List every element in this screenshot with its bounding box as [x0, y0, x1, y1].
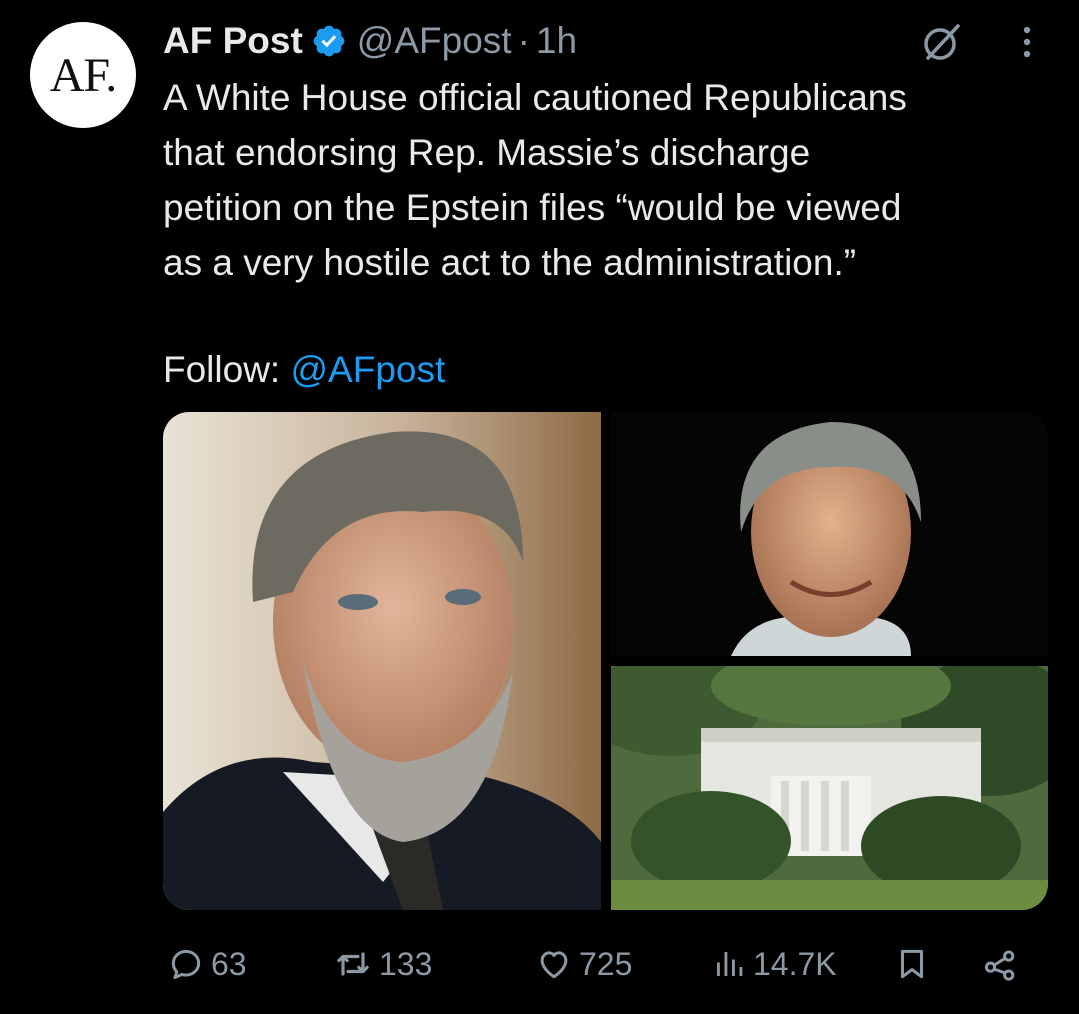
reply-count: 63 — [211, 945, 247, 982]
tweet-header: AF Post @AFpost · 1h — [163, 16, 577, 66]
man-portrait-photo[interactable] — [163, 412, 601, 910]
grok-icon[interactable] — [918, 18, 966, 66]
like-button[interactable]: 725 — [535, 938, 632, 990]
verified-badge-icon — [311, 23, 347, 59]
follow-label: Follow: — [163, 349, 291, 390]
views-icon — [717, 952, 743, 976]
man-smiling-photo[interactable] — [611, 412, 1048, 656]
bookmark-button[interactable] — [893, 938, 931, 990]
media-grid — [163, 412, 1048, 910]
more-vertical-icon[interactable] — [1012, 20, 1042, 64]
repost-icon — [337, 952, 369, 976]
avatar[interactable]: AF. — [30, 22, 136, 128]
author-handle[interactable]: @AFpost — [357, 20, 512, 62]
avatar-logo-text: AF. — [49, 49, 118, 102]
reply-icon — [171, 949, 201, 979]
like-count: 725 — [579, 945, 633, 982]
heart-icon — [540, 951, 568, 979]
action-bar: 63 133 725 14.7K — [163, 938, 1043, 990]
share-icon — [984, 950, 1015, 981]
repost-button[interactable]: 133 — [333, 938, 432, 990]
follow-mention-link[interactable]: @AFpost — [290, 349, 445, 390]
bookmark-icon — [900, 949, 924, 979]
views-count: 14.7K — [753, 945, 837, 982]
separator-dot: · — [517, 20, 530, 61]
views-button[interactable]: 14.7K — [711, 938, 837, 990]
author-name[interactable]: AF Post — [163, 20, 303, 62]
tweet-time[interactable]: 1h — [536, 20, 577, 62]
follow-line: Follow: @AFpost — [163, 342, 445, 397]
tweet-text: A White House official cautioned Republi… — [163, 77, 907, 283]
repost-count: 133 — [379, 945, 433, 982]
share-button[interactable] — [981, 938, 1019, 990]
white-house-photo[interactable] — [611, 666, 1048, 910]
reply-button[interactable]: 63 — [167, 938, 247, 990]
